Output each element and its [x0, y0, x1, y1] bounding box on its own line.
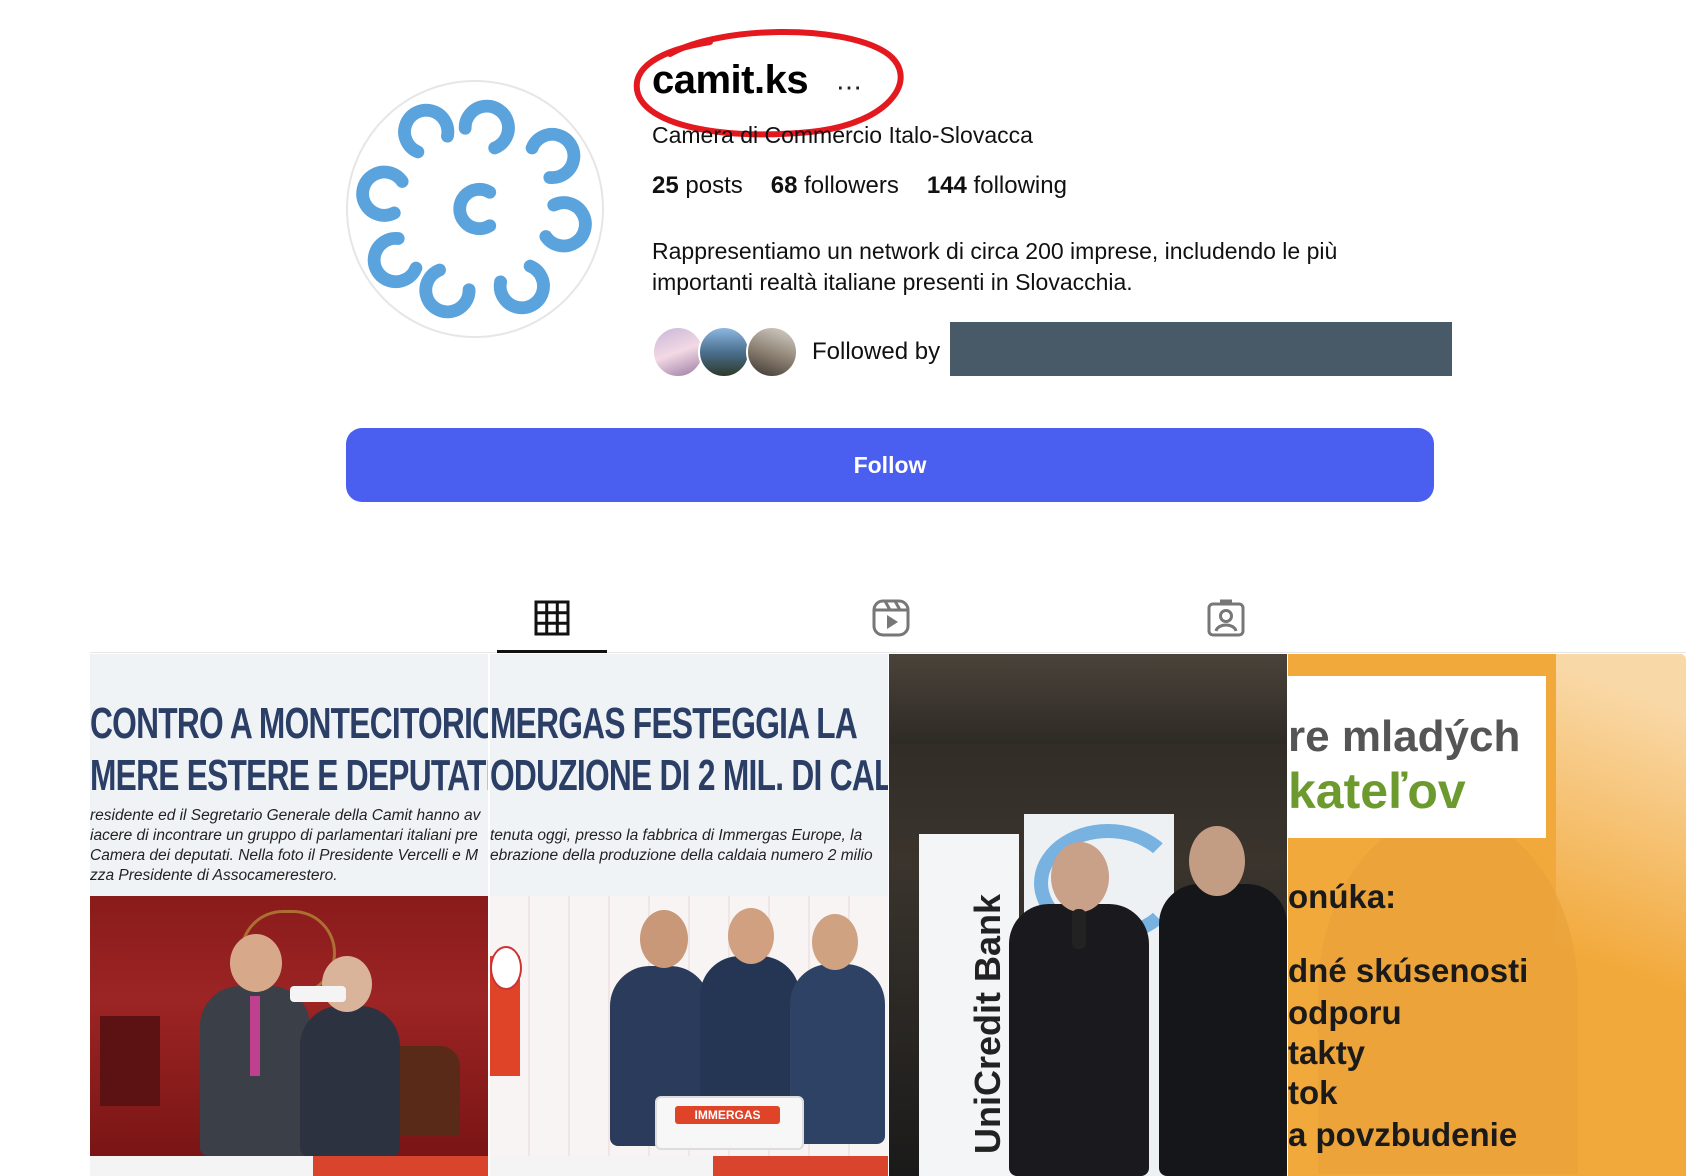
person: [1159, 884, 1287, 1176]
offer-line: a povzbudenie: [1288, 1116, 1518, 1153]
person-head: [1189, 826, 1245, 896]
headline-line: MERE ESTERE E DEPUTATI: [90, 751, 488, 800]
post-headline: MERGAS FESTEGGIA LA ODUZIONE DI 2 MIL. D…: [490, 698, 888, 802]
caption-line: zza Presidente di Assocamerestero.: [90, 867, 338, 884]
title-line: re mladých: [1288, 712, 1521, 761]
followers-count: 68: [770, 172, 798, 199]
headline-line: CONTRO A MONTECITORIO TRA: [90, 699, 488, 748]
followers-stat[interactable]: 68 followers: [771, 172, 899, 200]
cake-label: IMMERGAS: [675, 1106, 780, 1124]
post-photo: [90, 896, 488, 1156]
caption-line: Camera dei deputati. Nella foto il Presi…: [90, 847, 478, 864]
avatar: [746, 326, 798, 378]
post-caption: tenuta oggi, presso la fabbrica di Immer…: [490, 826, 888, 866]
profile-stats: 25 posts 68 followers 144 following: [652, 172, 1095, 200]
camit-logo: [356, 99, 592, 319]
reels-icon: [872, 599, 910, 637]
post-photo: IMMERGAS: [490, 896, 888, 1156]
followed-by-row[interactable]: Followed by: [652, 324, 940, 380]
tab-reels[interactable]: [836, 588, 946, 648]
profile-avatar[interactable]: [346, 80, 604, 338]
posts-stat[interactable]: 25 posts: [652, 172, 743, 200]
redacted-names: [950, 322, 1452, 376]
bank-banner-text: UniCredit Bank: [967, 893, 1008, 1154]
caption-line: iacere di incontrare un gruppo di parlam…: [90, 827, 478, 844]
following-label: following: [973, 172, 1067, 199]
caption-line: ebrazione della produzione della caldaia…: [490, 847, 873, 864]
tagged-icon: [1207, 599, 1245, 637]
grid-icon: [534, 600, 570, 636]
offer-line: tok: [1288, 1074, 1338, 1111]
more-options-icon[interactable]: ⋯: [836, 72, 863, 103]
following-stat[interactable]: 144 following: [927, 172, 1067, 200]
following-count: 144: [926, 172, 967, 199]
follow-button[interactable]: Follow: [346, 428, 1434, 502]
post-footer-accent: [313, 1156, 488, 1176]
avatar: [698, 326, 750, 378]
profile-full-name: Camera di Commercio Italo-Slovacca: [652, 122, 1033, 148]
followed-by-label: Followed by: [812, 338, 941, 365]
headline-line: ODUZIONE DI 2 MIL. DI CALDA: [490, 751, 888, 800]
offer-line: dné skúsenosti: [1288, 952, 1529, 989]
microphone-icon: [1072, 909, 1086, 949]
caption-line: residente ed il Segretario Generale dell…: [90, 807, 481, 824]
title-line: kateľov: [1288, 763, 1466, 819]
speaker-head: [1051, 842, 1109, 912]
followers-label: followers: [804, 172, 899, 199]
post-caption: residente ed il Segretario Generale dell…: [90, 806, 488, 886]
profile-username: camit.ks: [652, 58, 809, 102]
post-tile-2[interactable]: MERGAS FESTEGGIA LA ODUZIONE DI 2 MIL. D…: [490, 654, 888, 1176]
active-tab-indicator: [497, 650, 607, 653]
post-tile-3[interactable]: UniCredit Bank: [889, 654, 1287, 1176]
post-headline: CONTRO A MONTECITORIO TRA MERE ESTERE E …: [90, 698, 488, 802]
post-tile-1[interactable]: CONTRO A MONTECITORIO TRA MERE ESTERE E …: [90, 654, 488, 1176]
post-footer-accent: [713, 1156, 888, 1176]
offer-line: takty: [1288, 1034, 1366, 1071]
tab-posts[interactable]: [497, 588, 607, 648]
mutual-follower-avatars: [652, 324, 810, 380]
program-title-box: re mladých kateľov: [1288, 676, 1546, 838]
avatar: [652, 326, 704, 378]
ceiling: [889, 654, 1287, 744]
tabs-divider: [90, 652, 1686, 653]
posts-label: posts: [685, 172, 743, 199]
post-tile-4[interactable]: re mladých kateľov onúka: dné skúsenosti…: [1288, 654, 1686, 1176]
caption-line: tenuta oggi, presso la fabbrica di Immer…: [490, 827, 863, 844]
posts-count: 25: [652, 172, 679, 199]
offer-line: odporu: [1288, 994, 1402, 1031]
profile-bio: Rappresentiamo un network di circa 200 i…: [652, 238, 1338, 295]
tab-tagged[interactable]: [1171, 588, 1281, 648]
offer-line: onúka:: [1288, 878, 1397, 915]
headline-line: MERGAS FESTEGGIA LA: [490, 699, 858, 748]
